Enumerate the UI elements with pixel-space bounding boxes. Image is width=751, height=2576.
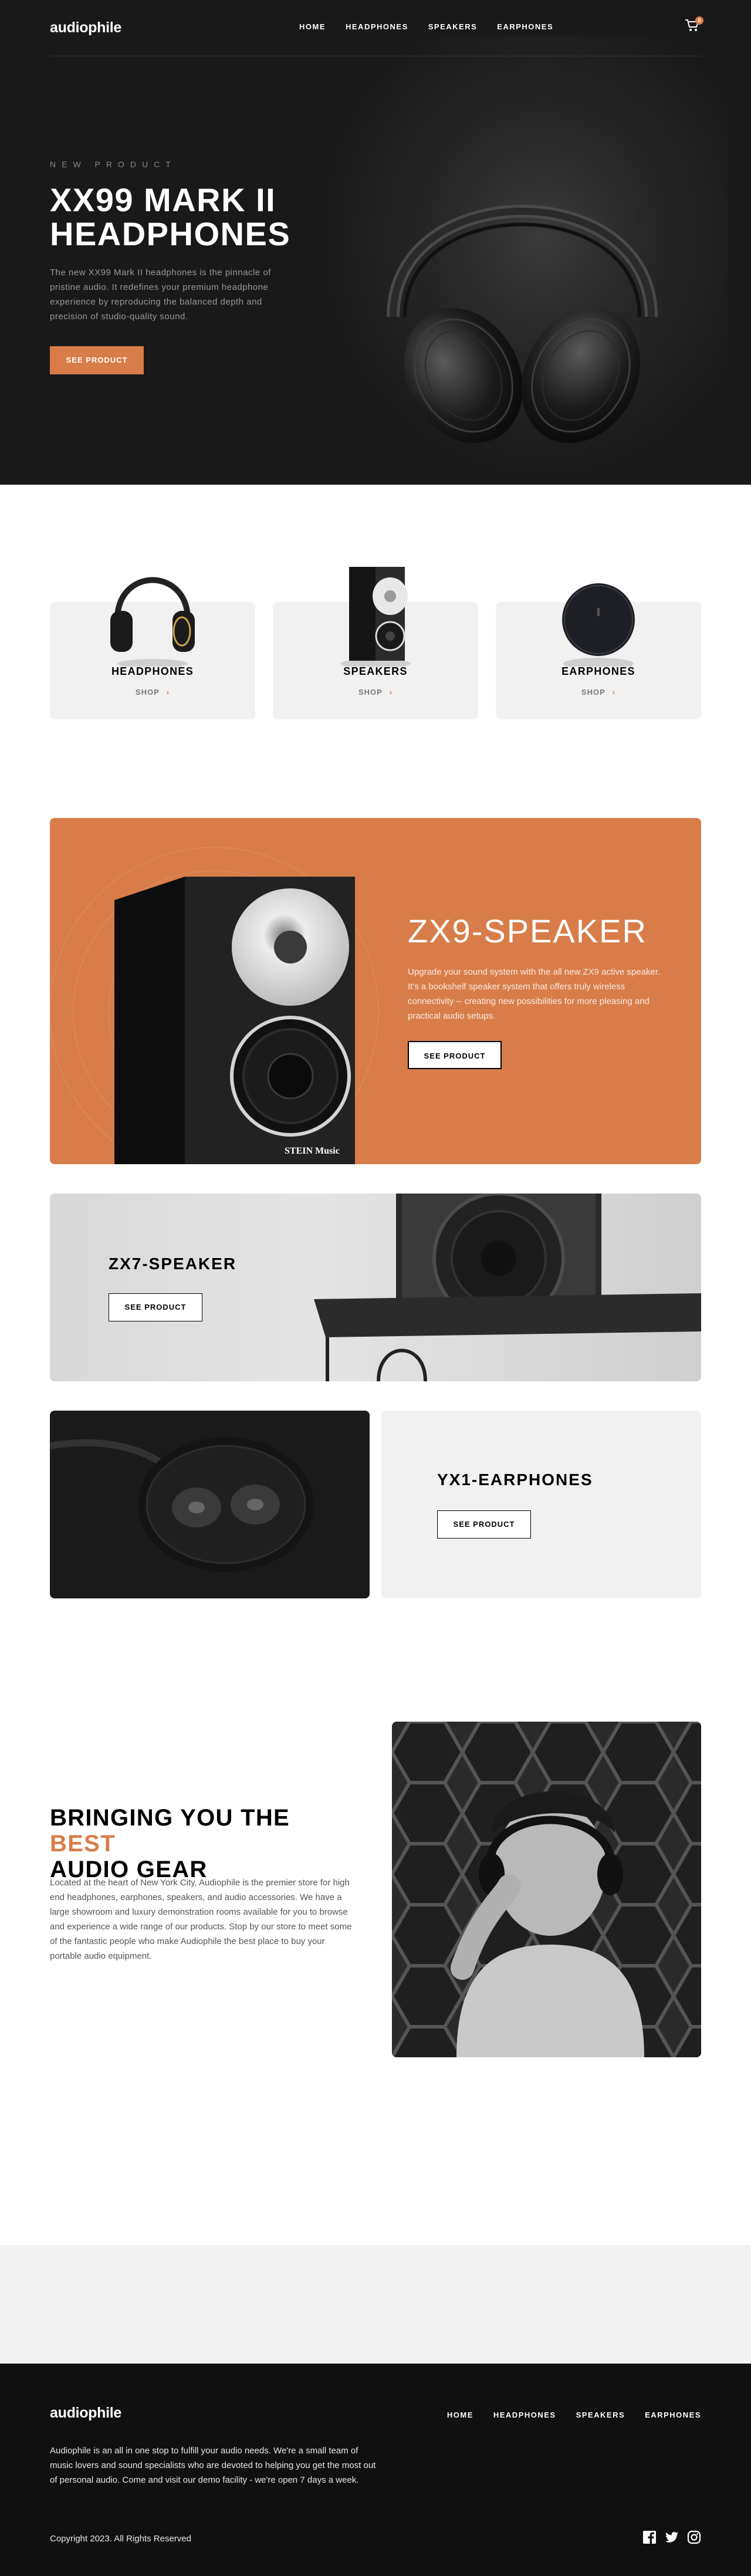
- about-title: BRINGING YOU THE BEST AUDIO GEAR: [50, 1805, 355, 1882]
- shop-label: SHOP: [581, 688, 605, 697]
- site-footer: audiophile HOME HEADPHONES SPEAKERS EARP…: [0, 2364, 751, 2576]
- zx7-promo: ZX7-SPEAKER SEE PRODUCT: [50, 1194, 701, 1381]
- zx9-title: ZX9-SPEAKER: [408, 912, 647, 949]
- footer-link-speakers[interactable]: SPEAKERS: [576, 2411, 625, 2419]
- category-card-speakers[interactable]: SPEAKERS SHOP ›: [273, 567, 478, 719]
- category-shop-link[interactable]: SHOP ›: [273, 688, 478, 697]
- chevron-right-icon: ›: [612, 688, 616, 697]
- man-with-headphones-illustration: [392, 1722, 701, 2057]
- speaker-brand-mark: STEIN Music: [285, 1146, 340, 1156]
- yx1-earphones-image: [50, 1411, 370, 1598]
- zx9-see-product-button[interactable]: SEE PRODUCT: [408, 1041, 502, 1069]
- hero-title: XX99 MARK II HEADPHONES: [50, 183, 296, 251]
- footer-link-earphones[interactable]: EARPHONES: [645, 2411, 701, 2419]
- earphones-case-illustration: [50, 1437, 314, 1572]
- zx7-speaker-image: [314, 1194, 701, 1381]
- category-name: HEADPHONES: [111, 665, 194, 677]
- category-shop-link[interactable]: SHOP ›: [50, 688, 255, 697]
- grey-band-divider: [0, 2245, 751, 2364]
- hero-title-line1: XX99 MARK II: [50, 181, 276, 218]
- earphones-image: [562, 583, 635, 667]
- brand-logo[interactable]: audiophile: [50, 19, 121, 36]
- chevron-right-icon: ›: [166, 688, 170, 697]
- hero-text: NEW PRODUCT XX99 MARK II HEADPHONES The …: [50, 160, 296, 374]
- hero-title-line2: HEADPHONES: [50, 215, 291, 252]
- top-navigation: audiophile HOME HEADPHONES SPEAKERS EARP…: [50, 0, 703, 56]
- nav-link-speakers[interactable]: SPEAKERS: [428, 22, 478, 31]
- headphones-image: [110, 577, 195, 667]
- category-section: HEADPHONES SHOP › SPEAKERS SHOP › EARPHONE…: [0, 485, 751, 819]
- about-title-accent: BEST: [50, 1831, 116, 1857]
- shop-label: SHOP: [358, 688, 383, 697]
- footer-copyright: Copyright 2023. All Rights Reserved: [50, 2534, 191, 2544]
- hero-see-product-button[interactable]: SEE PRODUCT: [50, 346, 144, 374]
- chevron-right-icon: ›: [389, 688, 393, 697]
- category-shop-link[interactable]: SHOP ›: [496, 688, 701, 697]
- social-links: [642, 2530, 701, 2544]
- shop-label: SHOP: [135, 688, 160, 697]
- yx1-title: YX1-EARPHONES: [437, 1470, 593, 1489]
- footer-link-headphones[interactable]: HEADPHONES: [493, 2411, 556, 2419]
- category-name: EARPHONES: [561, 665, 635, 677]
- footer-link-home[interactable]: HOME: [447, 2411, 473, 2419]
- category-card-headphones[interactable]: HEADPHONES SHOP ›: [50, 577, 255, 719]
- speaker-image: [340, 567, 411, 667]
- footer-logo[interactable]: audiophile: [50, 2405, 121, 2422]
- category-name: SPEAKERS: [343, 665, 408, 677]
- hero-overline: NEW PRODUCT: [50, 160, 177, 169]
- zx9-speaker-image: STEIN Music: [114, 877, 355, 1164]
- hero-section: audiophile HOME HEADPHONES SPEAKERS EARP…: [0, 0, 751, 485]
- hero-headphones-image: [387, 205, 658, 443]
- cart-button[interactable]: 0: [685, 16, 703, 35]
- about-title-pre: BRINGING YOU THE: [50, 1805, 290, 1831]
- zx7-title: ZX7-SPEAKER: [109, 1255, 237, 1273]
- facebook-icon[interactable]: [642, 2530, 657, 2544]
- category-card-earphones[interactable]: EARPHONES SHOP ›: [496, 583, 701, 719]
- zx9-promo: STEIN Music ZX9-SPEAKER Upgrade your sou…: [50, 818, 701, 1164]
- about-description: Located at the heart of New York City, A…: [50, 1878, 352, 1961]
- instagram-icon[interactable]: [687, 2530, 701, 2544]
- yx1-see-product-button[interactable]: SEE PRODUCT: [437, 1510, 531, 1539]
- nav-link-earphones[interactable]: EARPHONES: [497, 22, 553, 31]
- nav-link-headphones[interactable]: HEADPHONES: [346, 22, 408, 31]
- cart-count-badge: 0: [695, 16, 703, 25]
- nav-link-home[interactable]: HOME: [299, 22, 326, 31]
- twitter-icon[interactable]: [665, 2530, 679, 2544]
- footer-nav-links: HOME HEADPHONES SPEAKERS EARPHONES: [447, 2411, 701, 2419]
- about-person-image: [392, 1722, 701, 2057]
- footer-description: Audiophile is an all in one stop to fulf…: [50, 2446, 376, 2485]
- zx9-description: Upgrade your sound system with the all n…: [408, 967, 661, 1021]
- nav-links: HOME HEADPHONES SPEAKERS EARPHONES: [299, 22, 553, 31]
- yx1-promo: YX1-EARPHONES SEE PRODUCT: [381, 1411, 701, 1598]
- zx7-see-product-button[interactable]: SEE PRODUCT: [109, 1293, 202, 1321]
- hero-description: The new XX99 Mark II headphones is the p…: [50, 268, 271, 322]
